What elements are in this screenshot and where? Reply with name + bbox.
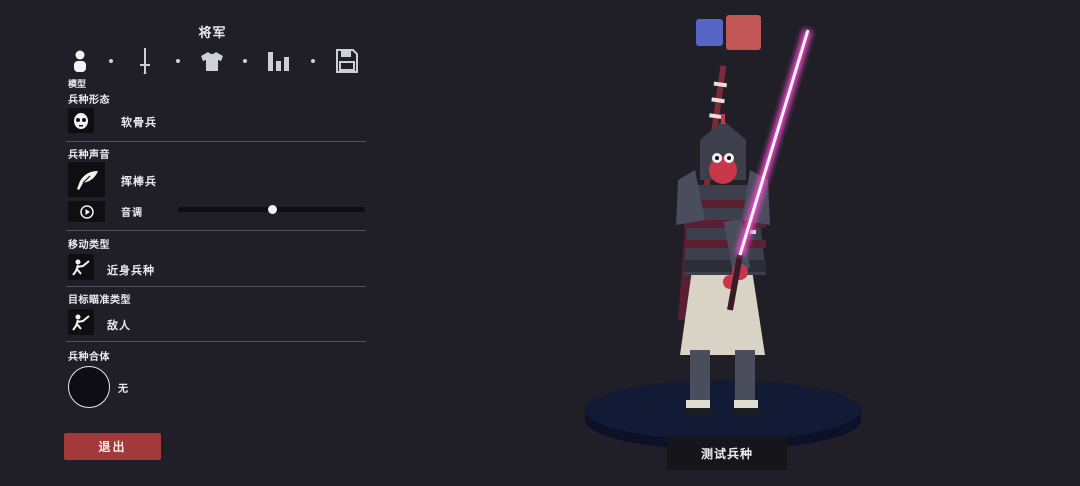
pitch-slider[interactable] [178, 205, 365, 214]
floppy-disk-icon [336, 49, 358, 73]
selected-tab-label: 模型 [68, 80, 87, 90]
tab-separator-dot [243, 59, 247, 63]
pitch-label: 音调 [121, 208, 143, 219]
targeting-section-label: 目标瞄准类型 [68, 295, 131, 306]
pitch-slider-handle[interactable] [267, 205, 277, 214]
section-divider [66, 230, 366, 231]
unit-name-title: 将军 [198, 26, 227, 41]
robe [680, 270, 765, 355]
tab-separator-dot [176, 59, 180, 63]
movement-select-button[interactable] [68, 254, 94, 280]
combine-select-button[interactable] [68, 366, 110, 408]
section-divider [66, 141, 366, 142]
tab-weapon[interactable] [131, 46, 159, 76]
play-icon [79, 204, 94, 219]
targeting-select-button[interactable] [68, 309, 94, 335]
base-section-label: 兵种形态 [68, 95, 110, 106]
voice-select-button[interactable] [68, 162, 105, 197]
bar-chart-icon [268, 52, 289, 71]
voice-section-label: 兵种声音 [68, 150, 110, 161]
unit-preview-scene [585, 28, 861, 450]
unit-editor-panel: 将军 模型 兵种形态 软骨兵 兵种声音 挥棒兵 音调 移动类型 近身兵种 目标瞄… [0, 0, 380, 486]
test-unit-button[interactable]: 测试兵种 [667, 437, 787, 470]
combine-section-label: 兵种合体 [68, 352, 110, 363]
tab-separator-dot [109, 59, 113, 63]
mask-face-icon [74, 112, 88, 129]
voice-value: 挥棒兵 [121, 175, 157, 188]
shirt-icon [201, 52, 223, 71]
movement-section-label: 移动类型 [68, 240, 110, 251]
section-divider [66, 286, 366, 287]
play-voice-button[interactable] [68, 201, 105, 222]
target-unit-icon [72, 314, 90, 331]
base-value: 软骨兵 [121, 116, 157, 129]
targeting-value: 敌人 [107, 319, 131, 332]
exit-button[interactable]: 退出 [64, 433, 161, 460]
combine-value: 无 [118, 384, 129, 395]
tab-model[interactable] [66, 46, 94, 76]
sword-icon [140, 48, 150, 74]
editor-tab-bar [66, 46, 366, 78]
helmet-head [700, 114, 746, 184]
tab-stats[interactable] [265, 46, 293, 76]
tab-save[interactable] [333, 46, 361, 76]
feather-icon [76, 170, 98, 190]
section-divider [66, 341, 366, 342]
person-icon [74, 50, 86, 72]
tab-separator-dot [311, 59, 315, 63]
melee-unit-icon [72, 259, 90, 276]
movement-value: 近身兵种 [107, 264, 155, 277]
tab-clothing[interactable] [198, 46, 226, 76]
base-select-button[interactable] [68, 108, 94, 133]
